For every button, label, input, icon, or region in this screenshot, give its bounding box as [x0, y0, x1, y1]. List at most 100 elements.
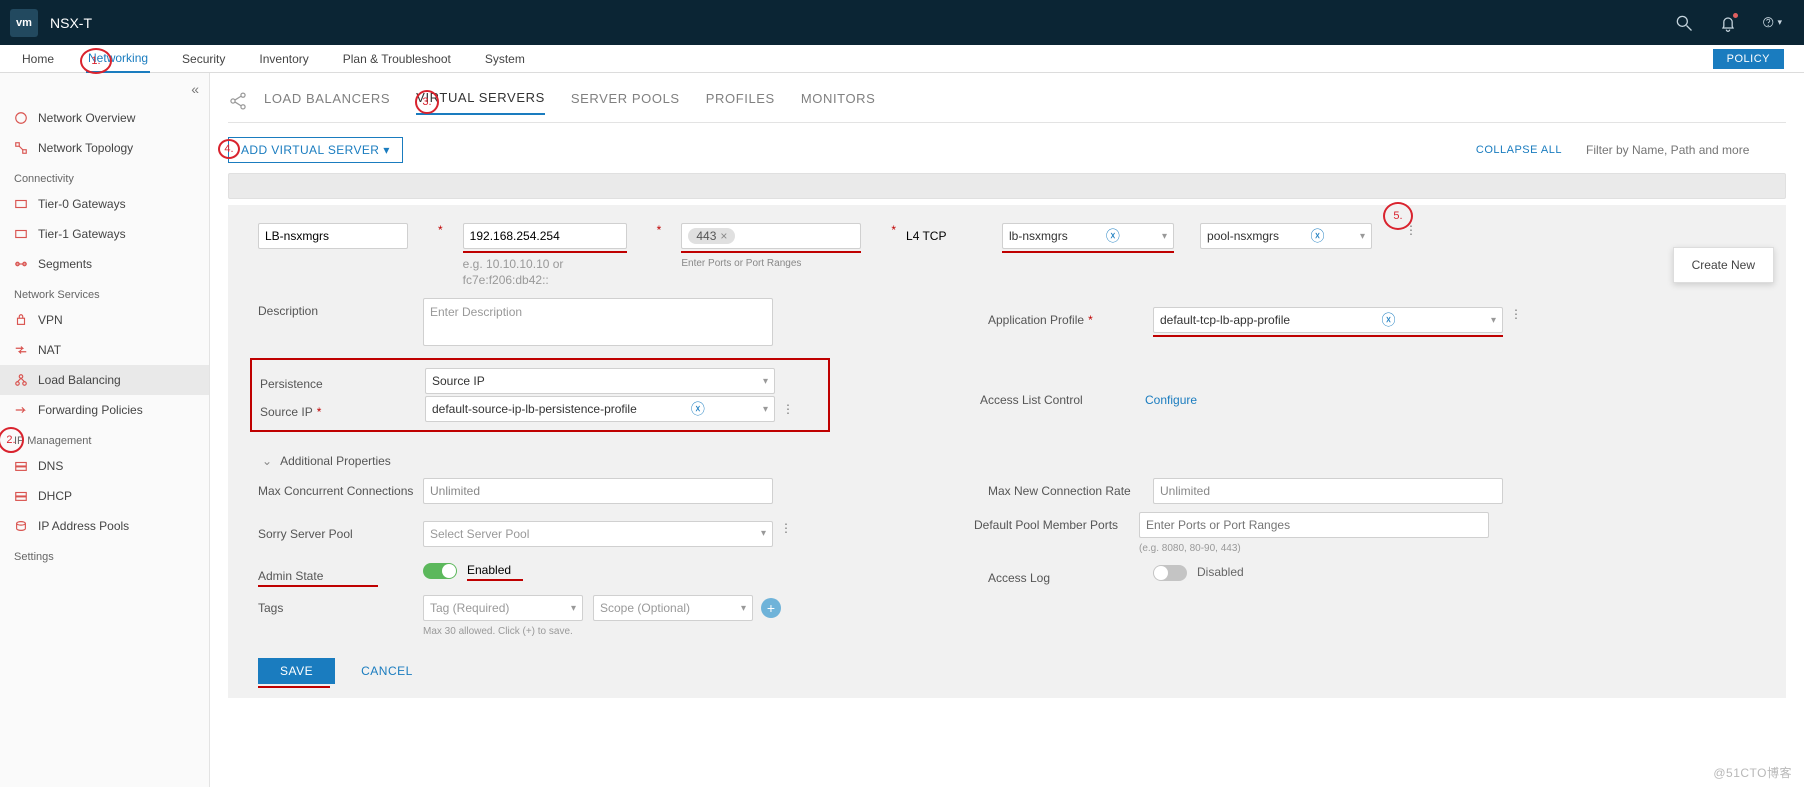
sidebar-load-balancing[interactable]: Load Balancing [0, 365, 209, 395]
sidebar-dns[interactable]: DNS [0, 451, 209, 481]
bell-icon[interactable] [1718, 13, 1738, 33]
tab-load-balancers[interactable]: LOAD BALANCERS [264, 91, 390, 114]
description-input[interactable]: Enter Description [423, 298, 773, 346]
nav-system[interactable]: System [483, 46, 527, 72]
nav-security[interactable]: Security [180, 46, 227, 72]
create-new-popover[interactable]: Create New [1673, 247, 1774, 283]
tags-label: Tags [258, 595, 423, 615]
sidebar-segments[interactable]: Segments [0, 249, 209, 279]
filter-input[interactable] [1586, 143, 1786, 157]
help-icon[interactable]: ▾ [1762, 13, 1782, 33]
access-list-label: Access List Control [980, 387, 1145, 407]
sidebar-dhcp[interactable]: DHCP [0, 481, 209, 511]
persistence-select[interactable]: Source IP▾ [425, 368, 775, 394]
sidebar-vpn[interactable]: VPN [0, 305, 209, 335]
sidebar-forwarding[interactable]: Forwarding Policies [0, 395, 209, 425]
overflow-menu-icon[interactable]: ⋮ [781, 402, 795, 416]
chevron-down-icon: ▾ [763, 376, 768, 387]
default-ports-label: Default Pool Member Ports [974, 512, 1139, 532]
access-log-value: Disabled [1197, 565, 1244, 579]
search-icon[interactable] [1674, 13, 1694, 33]
chevron-down-icon: ▾ [1162, 231, 1167, 242]
sidebar-group-settings: Settings [0, 541, 209, 567]
sidebar-collapse-icon[interactable]: « [0, 81, 209, 103]
source-ip-select[interactable]: default-source-ip-lb-persistence-profile… [425, 396, 775, 422]
tab-profiles[interactable]: PROFILES [706, 91, 775, 114]
sidebar-network-topology[interactable]: Network Topology [0, 133, 209, 163]
sidebar-network-overview[interactable]: Network Overview [0, 103, 209, 133]
sidebar-ip-pools[interactable]: IP Address Pools [0, 511, 209, 541]
protocol-label: L4 TCP [906, 229, 976, 243]
app-profile-select[interactable]: default-tcp-lb-app-profileⓧ▾ [1153, 307, 1503, 333]
nav-plan[interactable]: Plan & Troubleshoot [341, 46, 453, 72]
max-conn-input[interactable] [423, 478, 773, 504]
add-tag-icon[interactable]: + [761, 598, 781, 618]
overflow-menu-icon[interactable]: ⋮ [1509, 307, 1523, 321]
app-title: NSX-T [50, 15, 92, 31]
scope-input[interactable]: Scope (Optional)▾ [593, 595, 753, 621]
clear-icon[interactable]: ⓧ [1311, 226, 1325, 246]
additional-toggle[interactable]: ⌄Additional Properties [262, 454, 1756, 468]
sidebar-label: NAT [38, 343, 61, 357]
sidebar-group-ns: Network Services [0, 279, 209, 305]
tab-server-pools[interactable]: SERVER POOLS [571, 91, 680, 114]
nav-inventory[interactable]: Inventory [257, 46, 310, 72]
admin-state-value: Enabled [467, 563, 523, 581]
alert-dot-icon [1733, 13, 1738, 18]
sidebar-nat[interactable]: NAT [0, 335, 209, 365]
share-icon [228, 91, 254, 114]
sidebar-group-connectivity: Connectivity [0, 163, 209, 189]
sidebar-label: IP Address Pools [38, 519, 129, 533]
ports-field[interactable]: 443× [681, 223, 861, 249]
sidebar-tier1[interactable]: Tier-1 Gateways [0, 219, 209, 249]
add-virtual-server-button[interactable]: ADD VIRTUAL SERVER▾ [228, 137, 403, 163]
collapse-all-link[interactable]: COLLAPSE ALL [1476, 144, 1562, 156]
nav-home[interactable]: Home [20, 46, 56, 72]
pool-select[interactable]: pool-nsxmgrsⓧ▾ [1200, 223, 1372, 249]
chip-remove-icon[interactable]: × [720, 229, 727, 243]
cancel-button[interactable]: CANCEL [361, 664, 413, 678]
persistence-box: Persistence Source IP▾ Source IP* defaul… [250, 358, 830, 432]
required-icon: * [891, 223, 896, 237]
default-ports-input[interactable] [1139, 512, 1489, 538]
ports-placeholder: Enter Ports or Port Ranges [681, 257, 861, 270]
access-log-toggle[interactable] [1153, 565, 1187, 581]
tab-monitors[interactable]: MONITORS [801, 91, 876, 114]
watermark: @51CTO博客 [1713, 764, 1792, 781]
nav-networking[interactable]: Networking [86, 45, 150, 73]
tags-hint: Max 30 allowed. Click (+) to save. [423, 625, 781, 638]
policy-badge[interactable]: POLICY [1713, 49, 1784, 69]
persistence-label: Persistence [260, 371, 425, 391]
clear-icon[interactable]: ⓧ [1382, 310, 1396, 330]
name-field[interactable] [258, 223, 408, 249]
ip-hint: e.g. 10.10.10.10 orfc7e:f206:db42:: [463, 257, 627, 288]
clear-icon[interactable]: ⓧ [1106, 226, 1120, 246]
sorry-pool-label: Sorry Server Pool [258, 521, 423, 541]
sidebar-tier0[interactable]: Tier-0 Gateways [0, 189, 209, 219]
max-conn-label: Max Concurrent Connections [258, 478, 423, 498]
description-label: Description [258, 298, 423, 318]
ip-field[interactable] [463, 223, 627, 249]
save-button[interactable]: SAVE [258, 658, 335, 684]
sidebar-label: Network Topology [38, 141, 133, 155]
sidebar-group-ip: IP Management [0, 425, 209, 451]
required-icon: * [657, 223, 662, 237]
sidebar-label: Tier-1 Gateways [38, 227, 126, 241]
clear-icon[interactable]: ⓧ [691, 399, 705, 419]
admin-state-toggle[interactable] [423, 563, 457, 579]
sorry-pool-select[interactable]: Select Server Pool▾ [423, 521, 773, 547]
max-new-input[interactable] [1153, 478, 1503, 504]
overflow-menu-icon[interactable]: ⋮ [779, 521, 793, 535]
app-profile-label: Application Profile* [988, 307, 1153, 327]
chevron-down-icon: ▾ [763, 404, 768, 415]
lb-select[interactable]: lb-nsxmgrsⓧ▾ [1002, 223, 1174, 249]
overflow-menu-icon[interactable]: ⋮ [1404, 223, 1418, 237]
sidebar-label: Network Overview [38, 111, 135, 125]
source-ip-label: Source IP* [260, 399, 425, 419]
configure-link[interactable]: Configure [1145, 387, 1197, 407]
tab-virtual-servers[interactable]: VIRTUAL SERVERS [416, 90, 545, 115]
tag-input[interactable]: Tag (Required)▾ [423, 595, 583, 621]
sidebar-label: Tier-0 Gateways [38, 197, 126, 211]
sidebar-label: Load Balancing [38, 373, 121, 387]
port-chip[interactable]: 443× [688, 228, 735, 244]
